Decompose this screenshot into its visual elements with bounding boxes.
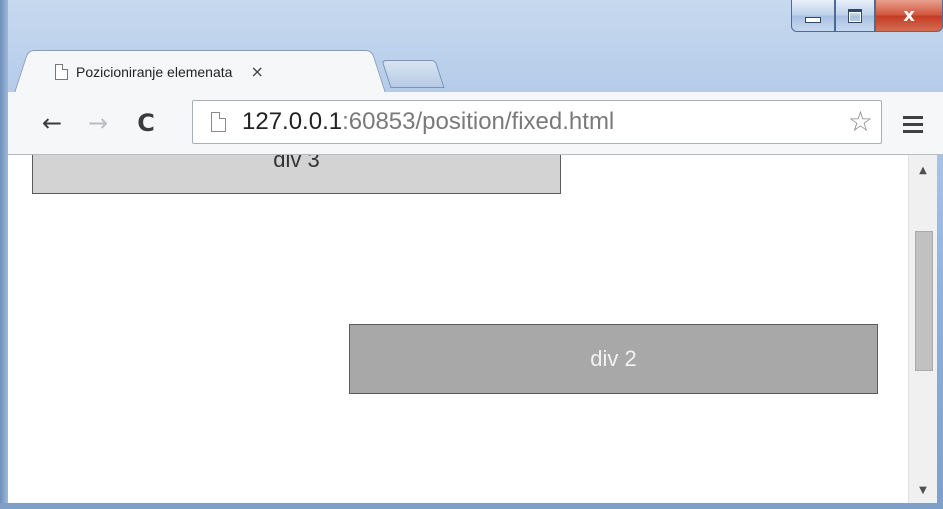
- maximize-button[interactable]: [835, 0, 875, 32]
- div-3-box: div 3: [32, 155, 561, 194]
- window-frame-left: [0, 0, 8, 509]
- window-frame-bottom: [0, 503, 943, 509]
- menu-bar-line: [903, 122, 923, 126]
- browser-window: x Pozicioniranje elemenata × ← → C 127.0…: [0, 0, 943, 509]
- menu-icon[interactable]: [898, 109, 928, 139]
- url-host: 127.0.0.1: [242, 108, 343, 135]
- close-window-button[interactable]: x: [875, 0, 943, 32]
- div-2-box: div 2: [349, 324, 878, 394]
- tab-strip: Pozicioniranje elemenata ×: [8, 40, 943, 92]
- forward-icon[interactable]: →: [82, 106, 114, 140]
- tab-active[interactable]: Pozicioniranje elemenata ×: [30, 50, 370, 92]
- page-icon: [211, 112, 226, 132]
- scroll-down-icon[interactable]: ▼: [909, 479, 937, 501]
- minimize-icon: [805, 16, 821, 23]
- star-icon[interactable]: ☆: [848, 105, 873, 138]
- page-viewport: div 3 div 2: [8, 155, 908, 505]
- back-icon[interactable]: ←: [36, 106, 68, 140]
- tab-close-icon[interactable]: ×: [250, 62, 263, 81]
- vertical-scrollbar[interactable]: ▲ ▼: [908, 155, 937, 505]
- maximize-icon: [848, 8, 862, 23]
- reload-icon[interactable]: C: [130, 106, 162, 140]
- menu-bar-line: [903, 115, 923, 119]
- url-path: :60853/position/fixed.html: [342, 108, 615, 135]
- caption-buttons: x: [791, 0, 943, 36]
- browser-toolbar: ← → C 127.0.0.1:60853/position/fixed.htm…: [8, 92, 943, 155]
- new-tab-button[interactable]: [381, 60, 445, 88]
- scroll-up-icon[interactable]: ▲: [909, 159, 937, 181]
- address-bar[interactable]: 127.0.0.1:60853/position/fixed.html ☆: [192, 100, 882, 144]
- menu-bar-line: [903, 129, 923, 133]
- scroll-thumb[interactable]: [915, 231, 933, 371]
- minimize-button[interactable]: [791, 0, 835, 32]
- close-icon: x: [903, 5, 915, 26]
- page-icon: [55, 63, 68, 80]
- url-text[interactable]: 127.0.0.1:60853/position/fixed.html: [242, 108, 614, 136]
- tab-title: Pozicioniranje elemenata: [76, 63, 233, 80]
